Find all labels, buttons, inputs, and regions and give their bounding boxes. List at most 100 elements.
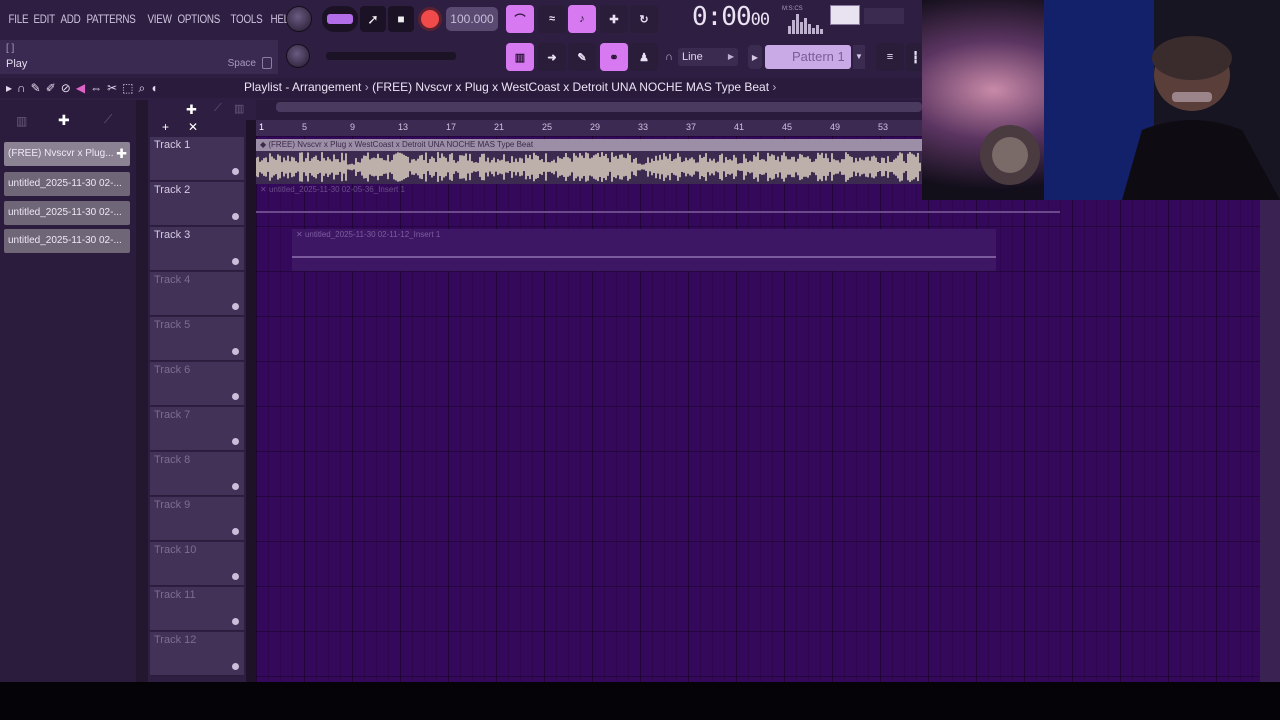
song-position-slider[interactable]	[326, 52, 456, 60]
piano-roll-icon[interactable]: ▥	[16, 114, 27, 128]
track-enable-icon[interactable]	[232, 258, 239, 265]
horizontal-scrollbar[interactable]	[276, 102, 922, 112]
pattern-dropdown-button[interactable]: ▼	[853, 45, 865, 69]
tempo-display[interactable]: 100.000	[446, 7, 498, 31]
pencil-icon[interactable]: ⟋	[214, 102, 222, 115]
track-enable-icon[interactable]	[232, 528, 239, 535]
zoom-icon[interactable]: ⌕	[138, 81, 145, 96]
magnet-icon[interactable]: ∩	[662, 50, 676, 64]
timeline-ruler[interactable]: 1 5 9 13 17 21 25 29 33 37 41 45 49 53	[256, 120, 922, 136]
track-enable-icon[interactable]	[232, 348, 239, 355]
metronome-button[interactable]: ⌒	[506, 5, 534, 33]
menu-add[interactable]: ADD	[58, 12, 83, 26]
track-header[interactable]: Track 4	[150, 272, 244, 316]
paint-icon[interactable]: ✐	[46, 81, 56, 95]
track-enable-icon[interactable]	[232, 663, 239, 670]
clip-list-item[interactable]: untitled_2025-11-30 02-...	[4, 229, 130, 253]
track-header[interactable]: Track 6	[150, 362, 244, 406]
menu-options[interactable]: OPTIONS	[175, 12, 222, 26]
stamp-button[interactable]: ♟	[630, 43, 658, 71]
track-enable-icon[interactable]	[232, 213, 239, 220]
cursor-icon: ➚	[367, 10, 379, 27]
ruler-tick: 49	[830, 122, 841, 132]
track-header[interactable]: Track 9	[150, 497, 244, 541]
close-icon[interactable]: ✕	[188, 120, 198, 134]
track-header[interactable]: Track 1	[150, 137, 244, 181]
pattern-prev-button[interactable]: ▶	[748, 45, 762, 69]
automation-icon[interactable]: ⟋	[104, 112, 112, 127]
menu-edit[interactable]: EDIT	[31, 12, 57, 26]
play-button[interactable]: ➚	[360, 6, 386, 32]
menu-file[interactable]: FILE	[6, 12, 31, 26]
draw-tool-button[interactable]: ✎	[568, 43, 596, 71]
track-header[interactable]: Track 10	[150, 542, 244, 586]
channel-rack-button[interactable]: ≡	[876, 43, 904, 71]
arrow-button[interactable]: ➜	[538, 43, 566, 71]
lock-icon	[262, 57, 272, 69]
track-enable-icon[interactable]	[232, 573, 239, 580]
clip-list-item[interactable]: untitled_2025-11-30 02-...	[4, 172, 130, 196]
add-icon[interactable]: ✚	[186, 102, 197, 118]
grid-icon[interactable]: ▥	[234, 102, 244, 115]
snap-select[interactable]: Line ▶	[678, 48, 738, 66]
hint-label: Play	[6, 58, 28, 70]
plus-icon[interactable]: +	[162, 120, 169, 134]
audio-clip-icon[interactable]: ✚	[58, 112, 70, 129]
transport-toolbar: ➚ ■ 100.000 ⌒ ≈ ♪ ✚ ↻ 0:0000 M:S:CS ▥ ➜ …	[280, 0, 925, 76]
track-header[interactable]: Track 5	[150, 317, 244, 361]
select-icon[interactable]: ⬚	[122, 81, 133, 95]
clip-list-item[interactable]: (FREE) Nvscvr x Plug... ✚	[4, 142, 130, 166]
track-enable-icon[interactable]	[232, 438, 239, 445]
track-header[interactable]: Track 7	[150, 407, 244, 451]
menu-view[interactable]: VIEW	[145, 12, 174, 26]
cpu-meter	[788, 8, 828, 34]
slip-icon[interactable]: ⇔	[90, 81, 102, 95]
loop-record-button[interactable]: ↻	[630, 5, 658, 33]
step-edit-button[interactable]: ✚	[600, 5, 628, 33]
track-enable-icon[interactable]	[232, 618, 239, 625]
pattern-song-toggle[interactable]	[322, 6, 358, 32]
slice-icon[interactable]: ✂	[107, 81, 117, 95]
track-header[interactable]: Track 3	[150, 227, 244, 271]
link-button[interactable]: ⚭	[600, 43, 628, 71]
track-header[interactable]: Track 12	[150, 632, 244, 676]
track-name: Track 12	[154, 634, 197, 646]
pattern-select[interactable]: Pattern 1	[765, 45, 851, 69]
magnet-icon[interactable]: ∩	[17, 81, 26, 95]
track-enable-icon[interactable]	[232, 483, 239, 490]
master-pitch-knob[interactable]	[286, 44, 310, 68]
add-clip-icon[interactable]: ✚	[116, 142, 127, 166]
clip-panel-scrollbar[interactable]	[136, 100, 148, 682]
record-button[interactable]	[418, 7, 442, 31]
track-name: Track 3	[154, 229, 191, 241]
wait-input-button[interactable]: ≈	[538, 5, 566, 33]
playlist-title: Playlist - Arrangement	[244, 80, 362, 94]
track-enable-icon[interactable]	[232, 168, 239, 175]
menu-bar: FILE EDIT ADD PATTERNS VIEW OPTIONS TOOL…	[0, 0, 295, 38]
playlist-title-bar: Playlist - Arrangement › (FREE) Nvscvr x…	[244, 80, 776, 94]
menu-tools[interactable]: TOOLS	[228, 12, 265, 26]
speaker-icon[interactable]: ◖	[150, 81, 157, 95]
piano-roll-button[interactable]: ▥	[506, 43, 534, 71]
master-volume-knob[interactable]	[286, 6, 312, 32]
stop-icon: ■	[397, 12, 405, 26]
track-enable-icon[interactable]	[232, 303, 239, 310]
play-arrow-icon[interactable]: ▸	[6, 81, 12, 95]
pencil-icon[interactable]: ✎	[31, 81, 41, 95]
pattern-led-icon	[327, 14, 353, 24]
webcam-image	[922, 0, 1280, 200]
mute-icon[interactable]: ◀	[76, 81, 85, 95]
clip-list-item[interactable]: untitled_2025-11-30 02-...	[4, 201, 130, 225]
track-name: Track 11	[154, 589, 196, 601]
track-header[interactable]: Track 11	[150, 587, 244, 631]
track-enable-icon[interactable]	[232, 393, 239, 400]
track-mute-strip	[246, 120, 256, 682]
audio-clip-recording-2[interactable]: ✕ untitled_2025-11-30 02-11-12_Insert 1	[292, 229, 996, 271]
delete-icon[interactable]: ⊘	[61, 81, 71, 95]
stop-button[interactable]: ■	[388, 6, 414, 32]
menu-patterns[interactable]: PATTERNS	[84, 12, 138, 26]
audio-clip-beat[interactable]: ◆ (FREE) Nvscvr x Plug x WestCoast x Det…	[256, 139, 922, 184]
countdown-button[interactable]: ♪	[568, 5, 596, 33]
track-header[interactable]: Track 2	[150, 182, 244, 226]
track-header[interactable]: Track 8	[150, 452, 244, 496]
